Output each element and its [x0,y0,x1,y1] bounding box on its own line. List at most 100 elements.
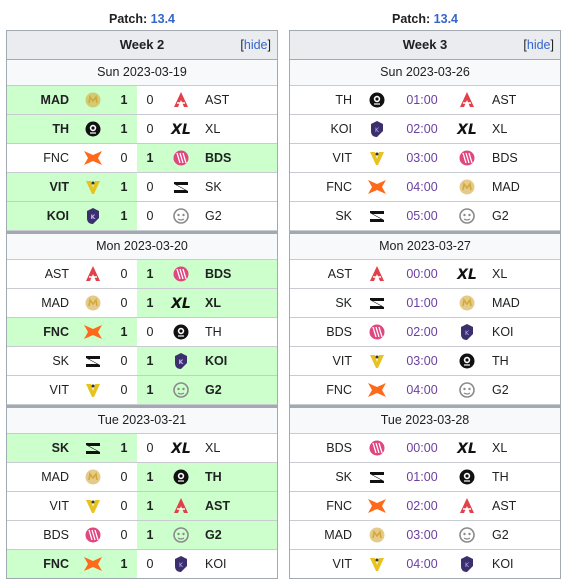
team-logo-g2-icon[interactable] [163,202,199,230]
team-logo-ast-icon[interactable] [448,492,486,520]
team2-name[interactable]: XL [486,115,560,143]
team-logo-koi-icon[interactable]: K [448,550,486,578]
team-logo-xl-icon[interactable]: XL [163,289,199,317]
team1-name[interactable]: FNC [7,144,75,172]
team2-name[interactable]: KOI [199,550,277,578]
team-logo-ast-icon[interactable] [75,260,111,288]
team2-name[interactable]: TH [199,463,277,491]
patch-link[interactable]: 13.4 [434,12,458,26]
team-logo-fnc-icon[interactable] [75,144,111,172]
team-logo-mad-icon[interactable] [75,289,111,317]
team1-name[interactable]: TH [290,86,358,114]
team-logo-koi-icon[interactable]: K [448,318,486,346]
team2-name[interactable]: G2 [486,521,560,549]
team-logo-koi-icon[interactable]: K [75,202,111,230]
team-logo-th-icon[interactable] [75,115,111,143]
team1-name[interactable]: SK [290,289,358,317]
team-logo-fnc-icon[interactable] [358,376,396,404]
team1-name[interactable]: KOI [7,202,75,230]
team1-name[interactable]: VIT [7,173,75,201]
team1-name[interactable]: VIT [7,492,75,520]
team-logo-xl-icon[interactable]: XL [163,434,199,462]
team1-name[interactable]: TH [7,115,75,143]
team2-name[interactable]: MAD [486,289,560,317]
team1-name[interactable]: SK [7,434,75,462]
team-logo-xl-icon[interactable]: XL [448,115,486,143]
team-logo-th-icon[interactable] [163,463,199,491]
team-logo-vit-icon[interactable] [75,173,111,201]
team-logo-xl-icon[interactable]: XL [448,434,486,462]
team1-name[interactable]: MAD [290,521,358,549]
team-logo-mad-icon[interactable] [448,173,486,201]
team1-name[interactable]: FNC [290,492,358,520]
team-logo-ast-icon[interactable] [358,260,396,288]
team-logo-bds-icon[interactable] [163,144,199,172]
team-logo-sk-icon[interactable] [163,173,199,201]
team-logo-ast-icon[interactable] [448,86,486,114]
team1-name[interactable]: FNC [7,318,75,346]
team-logo-mad-icon[interactable] [358,521,396,549]
team-logo-ast-icon[interactable] [163,492,199,520]
team-logo-koi-icon[interactable]: K [163,347,199,375]
team2-name[interactable]: G2 [199,376,277,404]
team-logo-vit-icon[interactable] [75,492,111,520]
team-logo-vit-icon[interactable] [358,144,396,172]
team1-name[interactable]: SK [290,202,358,230]
team-logo-xl-icon[interactable]: XL [448,260,486,288]
team-logo-th-icon[interactable] [358,86,396,114]
team-logo-mad-icon[interactable] [448,289,486,317]
team-logo-sk-icon[interactable] [75,347,111,375]
team1-name[interactable]: KOI [290,115,358,143]
team2-name[interactable]: BDS [199,260,277,288]
team2-name[interactable]: KOI [486,318,560,346]
team2-name[interactable]: XL [199,115,277,143]
team2-name[interactable]: AST [486,492,560,520]
team1-name[interactable]: SK [7,347,75,375]
team-logo-bds-icon[interactable] [358,318,396,346]
team-logo-bds-icon[interactable] [163,260,199,288]
hide-link[interactable]: hide [244,38,268,52]
team-logo-g2-icon[interactable] [448,521,486,549]
team2-name[interactable]: TH [199,318,277,346]
team1-name[interactable]: FNC [7,550,75,578]
hide-toggle[interactable]: [hide] [523,31,554,59]
team-logo-sk-icon[interactable] [358,463,396,491]
team2-name[interactable]: AST [199,492,277,520]
team-logo-fnc-icon[interactable] [358,492,396,520]
team-logo-g2-icon[interactable] [163,376,199,404]
team1-name[interactable]: FNC [290,376,358,404]
team-logo-sk-icon[interactable] [358,289,396,317]
team2-name[interactable]: SK [199,173,277,201]
team2-name[interactable]: G2 [199,521,277,549]
team-logo-vit-icon[interactable] [358,347,396,375]
team1-name[interactable]: AST [290,260,358,288]
team2-name[interactable]: G2 [199,202,277,230]
team-logo-bds-icon[interactable] [448,144,486,172]
team-logo-g2-icon[interactable] [448,376,486,404]
team-logo-vit-icon[interactable] [358,550,396,578]
team-logo-sk-icon[interactable] [358,202,396,230]
team1-name[interactable]: MAD [7,463,75,491]
team1-name[interactable]: MAD [7,86,75,114]
team1-name[interactable]: MAD [7,289,75,317]
team2-name[interactable]: XL [199,289,277,317]
team-logo-xl-icon[interactable]: XL [163,115,199,143]
team-logo-th-icon[interactable] [448,463,486,491]
team-logo-koi-icon[interactable]: K [358,115,396,143]
team2-name[interactable]: G2 [486,376,560,404]
team2-name[interactable]: XL [199,434,277,462]
team-logo-vit-icon[interactable] [75,376,111,404]
team-logo-fnc-icon[interactable] [358,173,396,201]
team-logo-bds-icon[interactable] [358,434,396,462]
team-logo-fnc-icon[interactable] [75,550,111,578]
team1-name[interactable]: SK [290,463,358,491]
team-logo-ast-icon[interactable] [163,86,199,114]
team2-name[interactable]: KOI [486,550,560,578]
team1-name[interactable]: BDS [290,434,358,462]
team2-name[interactable]: AST [486,86,560,114]
team1-name[interactable]: FNC [290,173,358,201]
team1-name[interactable]: BDS [290,318,358,346]
team1-name[interactable]: VIT [290,144,358,172]
team-logo-mad-icon[interactable] [75,86,111,114]
team1-name[interactable]: BDS [7,521,75,549]
